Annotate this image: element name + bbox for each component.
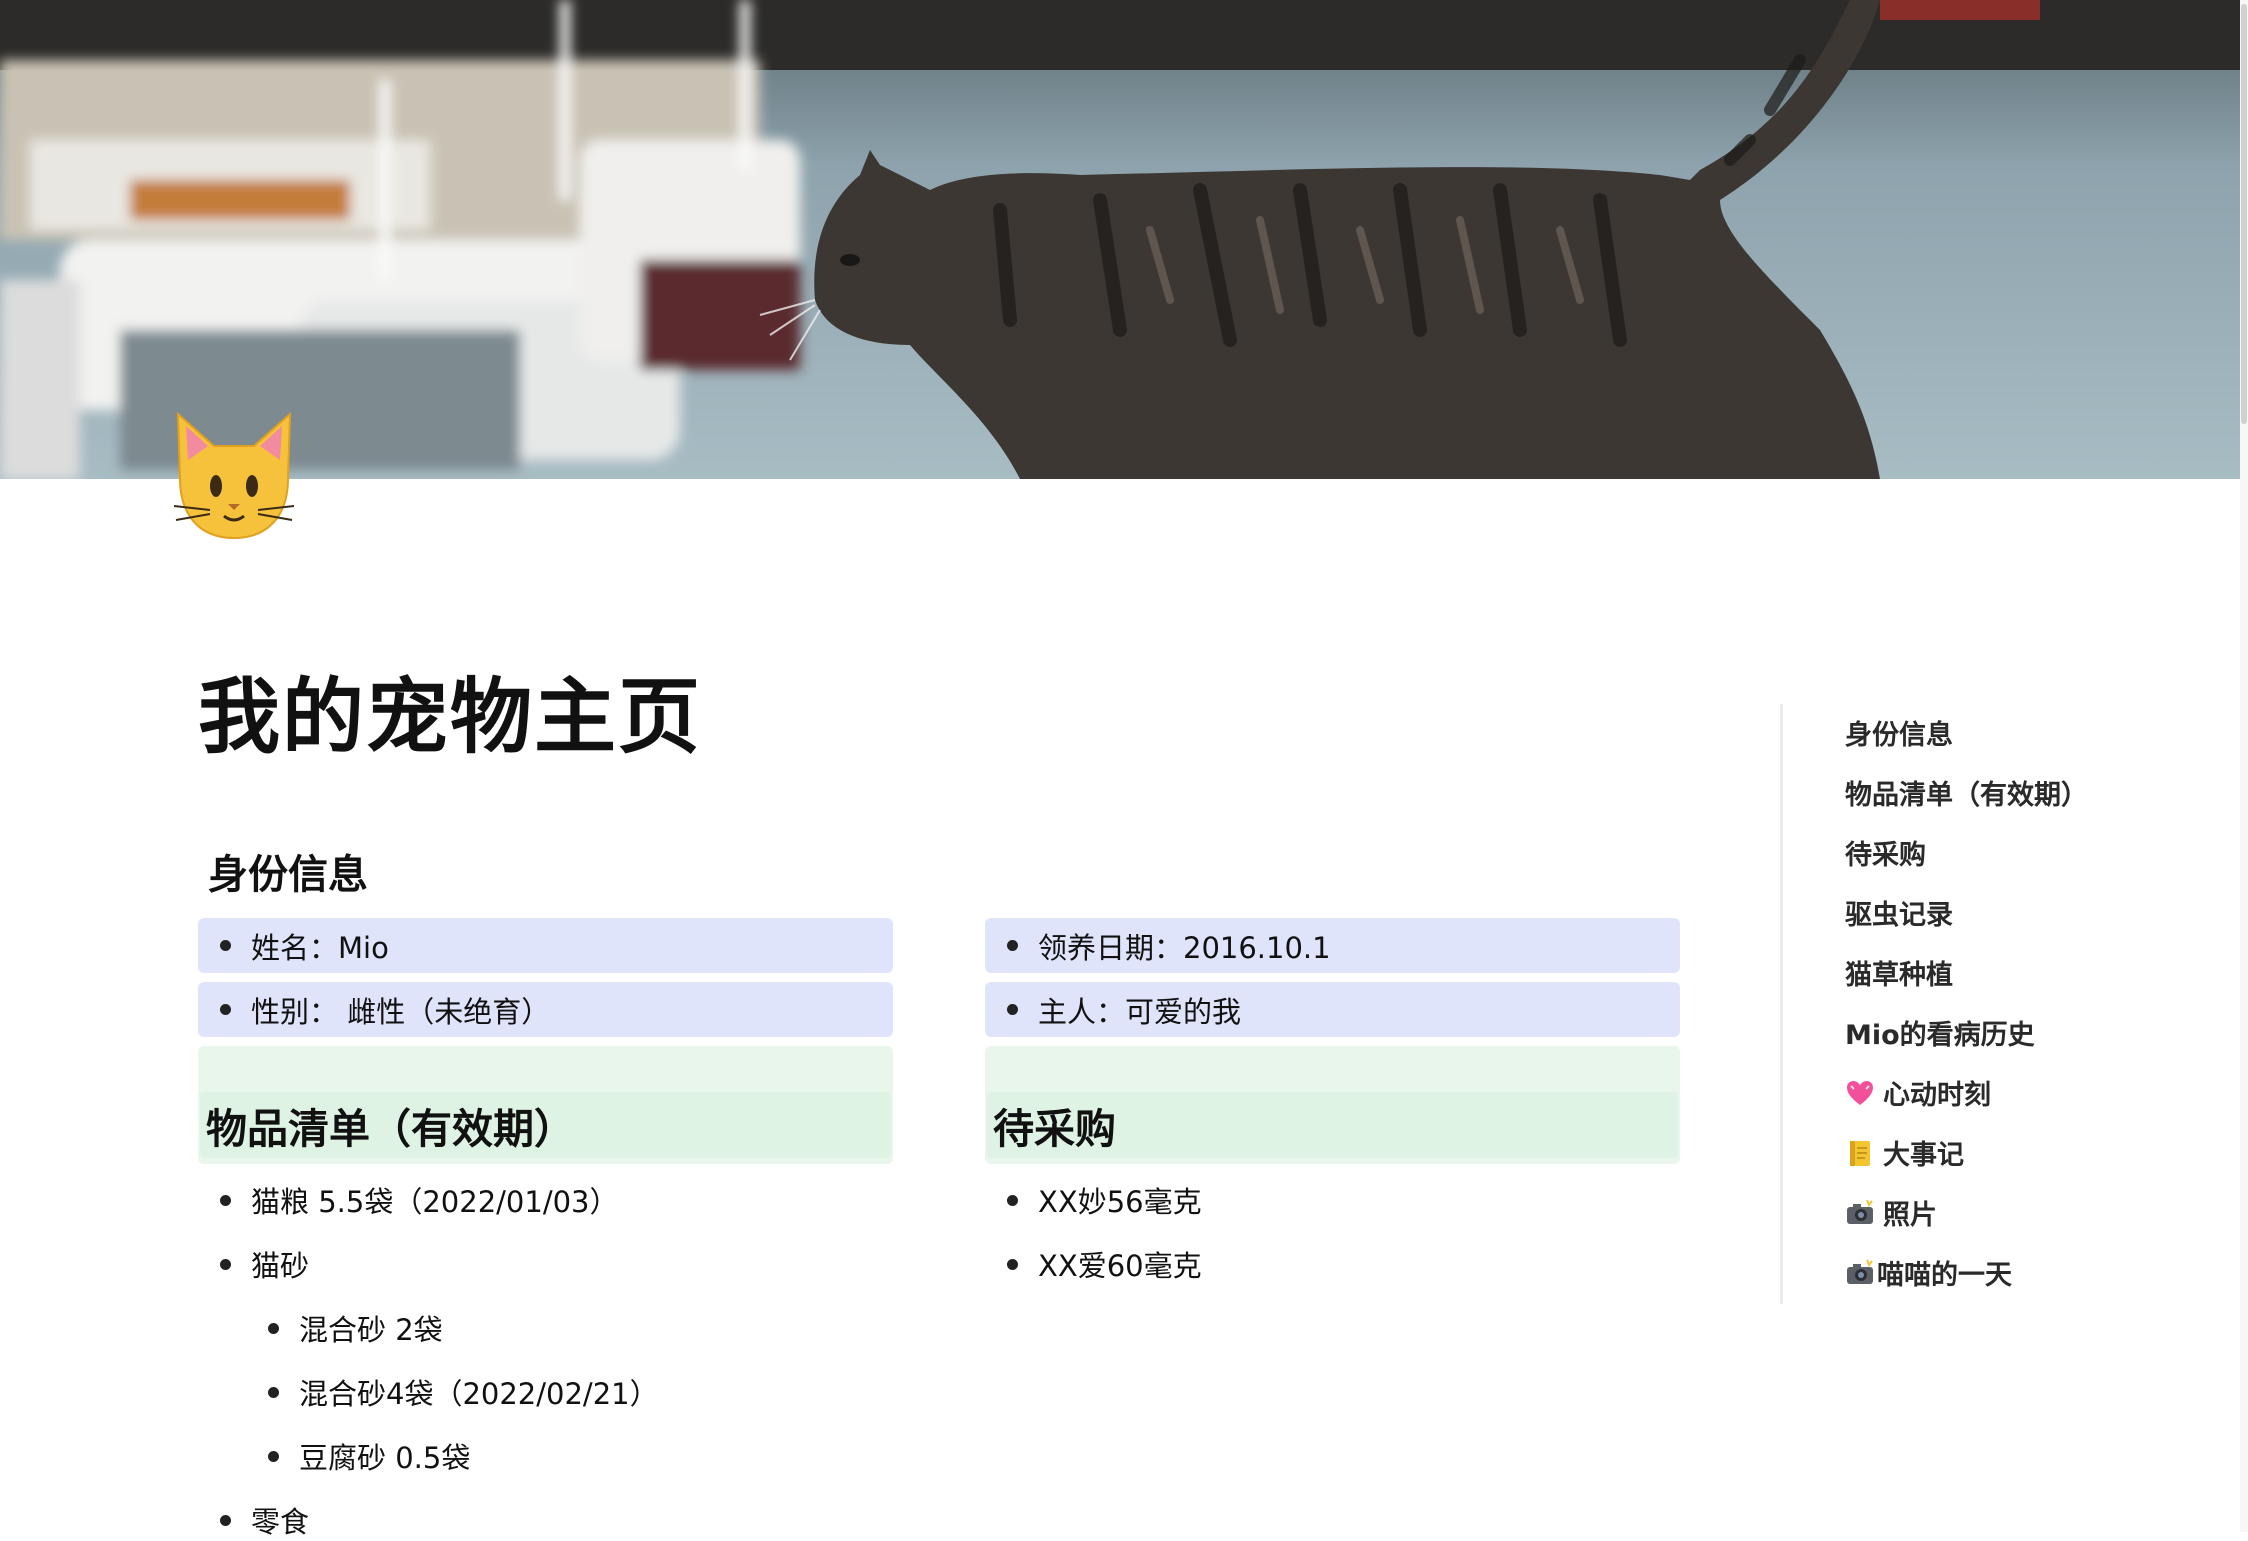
bullet-icon bbox=[220, 940, 231, 951]
toc-item-identity[interactable]: 身份信息 bbox=[1845, 713, 1953, 752]
identity-item[interactable]: 领养日期：2016.10.1 bbox=[985, 918, 1680, 973]
toc-item-cat-day[interactable]: 喵喵的一天 bbox=[1845, 1253, 2012, 1292]
bullet-icon bbox=[268, 1450, 279, 1462]
camera-flash-icon bbox=[1847, 1199, 1873, 1224]
toc-item-label: 物品清单（有效期） bbox=[1845, 780, 2088, 811]
toc-item-label: 驱虫记录 bbox=[1845, 900, 1953, 931]
identity-item[interactable]: 性别： 雌性（未绝育） bbox=[198, 982, 893, 1037]
items-heading-block[interactable]: 物品清单（有效期） bbox=[198, 1046, 893, 1164]
bullet-icon bbox=[268, 1322, 279, 1334]
toc-item-label: 身份信息 bbox=[1845, 720, 1953, 751]
toc-item-label: 猫草种植 bbox=[1845, 960, 1953, 991]
scrollbar-thumb[interactable] bbox=[2241, 4, 2247, 424]
toc-divider bbox=[1780, 704, 1783, 1304]
list-item[interactable]: 混合砂 2袋 bbox=[246, 1308, 443, 1348]
list-item-text: XX妙56毫克 bbox=[1038, 1185, 1202, 1219]
list-item-text: 混合砂4袋（2022/02/21） bbox=[299, 1377, 659, 1411]
toc-item-shopping[interactable]: 待采购 bbox=[1845, 833, 1926, 872]
cover-image[interactable] bbox=[0, 0, 2240, 479]
list-item[interactable]: 猫粮 5.5袋（2022/01/03） bbox=[198, 1180, 619, 1220]
identity-name-text: 姓名：Mio bbox=[251, 930, 389, 965]
toc-item-catgrass[interactable]: 猫草种植 bbox=[1845, 953, 1953, 992]
list-item-text: 零食 bbox=[251, 1505, 310, 1539]
page-scrollbar[interactable] bbox=[2240, 0, 2248, 1532]
identity-owner-text: 主人：可爱的我 bbox=[1038, 994, 1242, 1029]
toc-item-label: 大事记 bbox=[1883, 1140, 1964, 1171]
list-item-text: XX爱60毫克 bbox=[1038, 1249, 1202, 1283]
items-heading: 物品清单（有效期） bbox=[206, 1105, 575, 1153]
toc-item-items[interactable]: 物品清单（有效期） bbox=[1845, 773, 2088, 812]
shopping-heading-block[interactable]: 待采购 bbox=[985, 1046, 1680, 1164]
list-item-text: 猫粮 5.5袋（2022/01/03） bbox=[251, 1185, 619, 1219]
camera-flash-icon bbox=[1847, 1259, 1873, 1284]
pink-heart-icon bbox=[1847, 1080, 1873, 1105]
toc-item-milestones[interactable]: 大事记 bbox=[1845, 1133, 1964, 1172]
toc-item-heart-moments[interactable]: 心动时刻 bbox=[1845, 1073, 1991, 1112]
toc-item-deworming[interactable]: 驱虫记录 bbox=[1845, 893, 1953, 932]
list-item[interactable]: 零食 bbox=[198, 1500, 309, 1540]
identity-item[interactable]: 主人：可爱的我 bbox=[985, 982, 1680, 1037]
identity-item[interactable]: 姓名：Mio bbox=[198, 918, 893, 973]
shopping-heading: 待采购 bbox=[993, 1105, 1116, 1153]
bullet-icon bbox=[220, 1194, 231, 1206]
toc-item-label: 喵喵的一天 bbox=[1877, 1260, 2012, 1291]
page-title[interactable]: 我的宠物主页 bbox=[198, 650, 702, 769]
bullet-icon bbox=[1007, 1258, 1018, 1270]
toc-item-label: Mio的看病历史 bbox=[1845, 1020, 2035, 1051]
bullet-icon bbox=[220, 1004, 231, 1015]
toc-item-photos[interactable]: 照片 bbox=[1845, 1193, 1937, 1232]
list-item[interactable]: XX爱60毫克 bbox=[985, 1244, 1202, 1284]
toc-item-medical-history[interactable]: Mio的看病历史 bbox=[1845, 1013, 2035, 1052]
list-item[interactable]: 豆腐砂 0.5袋 bbox=[246, 1436, 470, 1476]
bullet-icon bbox=[1007, 940, 1018, 951]
list-item[interactable]: 混合砂4袋（2022/02/21） bbox=[246, 1372, 659, 1412]
bullet-icon bbox=[220, 1514, 231, 1526]
bullet-icon bbox=[1007, 1194, 1018, 1206]
cat-face-icon[interactable] bbox=[172, 408, 296, 542]
toc-item-label: 照片 bbox=[1883, 1200, 1937, 1231]
identity-adoption-date-text: 领养日期：2016.10.1 bbox=[1038, 930, 1331, 965]
bullet-icon bbox=[268, 1386, 279, 1398]
ledger-icon bbox=[1850, 1140, 1870, 1166]
list-item[interactable]: 猫砂 bbox=[198, 1244, 309, 1284]
list-item-text: 豆腐砂 0.5袋 bbox=[299, 1441, 471, 1475]
bullet-icon bbox=[220, 1258, 231, 1270]
list-item-text: 混合砂 2袋 bbox=[299, 1313, 443, 1347]
toc-item-label: 待采购 bbox=[1845, 840, 1926, 871]
identity-gender-text: 性别： 雌性（未绝育） bbox=[251, 994, 551, 1029]
cover-photo-cat-harbor bbox=[0, 0, 2240, 479]
identity-heading[interactable]: 身份信息 bbox=[208, 842, 368, 900]
toc-item-label: 心动时刻 bbox=[1883, 1080, 1991, 1111]
bullet-icon bbox=[1007, 1004, 1018, 1015]
list-item[interactable]: XX妙56毫克 bbox=[985, 1180, 1202, 1220]
list-item-text: 猫砂 bbox=[251, 1249, 310, 1283]
